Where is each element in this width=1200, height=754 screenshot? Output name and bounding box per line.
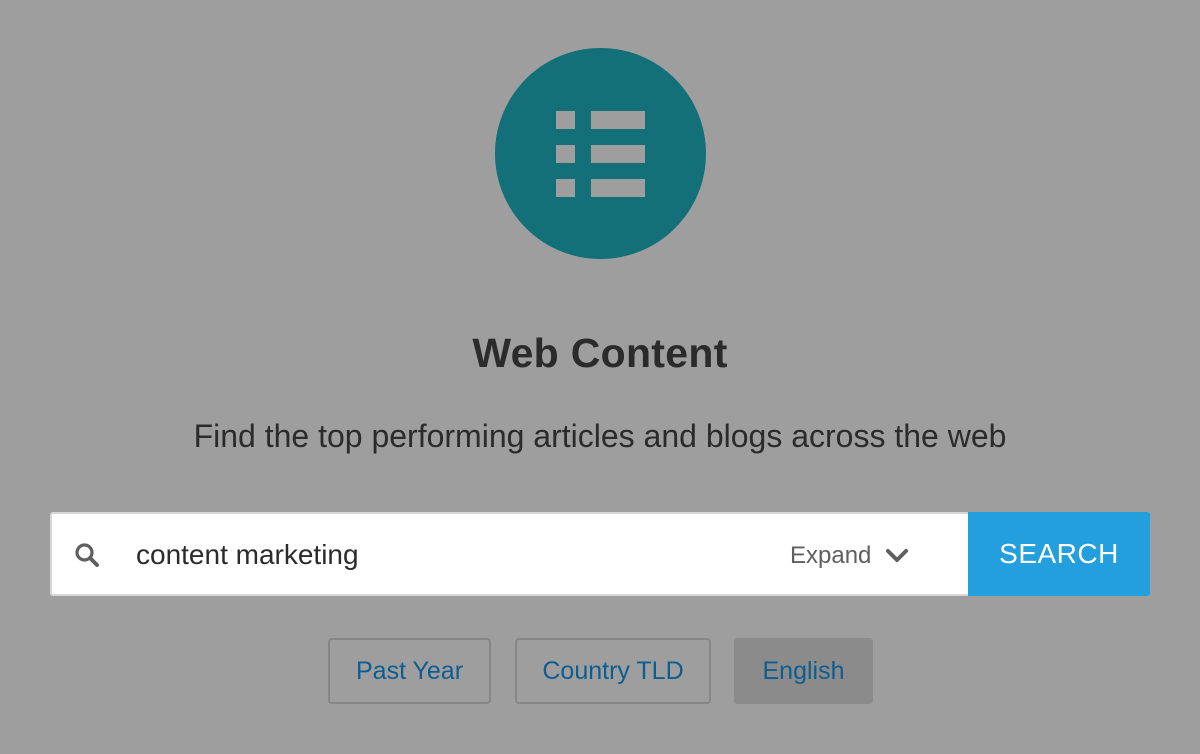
page-subtitle: Find the top performing articles and blo… xyxy=(193,418,1007,454)
hero-badge xyxy=(495,48,706,259)
search-bar: Expand SEARCH xyxy=(50,512,1150,596)
filter-past-year[interactable]: Past Year xyxy=(328,638,491,704)
expand-toggle[interactable]: Expand xyxy=(790,536,909,576)
chevron-down-icon xyxy=(886,549,909,562)
filter-country-tld[interactable]: Country TLD xyxy=(515,638,711,704)
filter-english[interactable]: English xyxy=(734,638,873,704)
filter-chips: Past Year Country TLD English xyxy=(0,638,1200,706)
page: Web Content Find the top performing arti… xyxy=(0,0,1200,754)
search-input[interactable] xyxy=(136,532,756,578)
search-button[interactable]: SEARCH xyxy=(968,512,1150,596)
page-title: Web Content xyxy=(472,330,728,376)
search-icon xyxy=(75,543,99,567)
expand-label: Expand xyxy=(790,542,872,569)
search-box: Expand xyxy=(50,512,968,596)
list-icon xyxy=(556,111,645,197)
